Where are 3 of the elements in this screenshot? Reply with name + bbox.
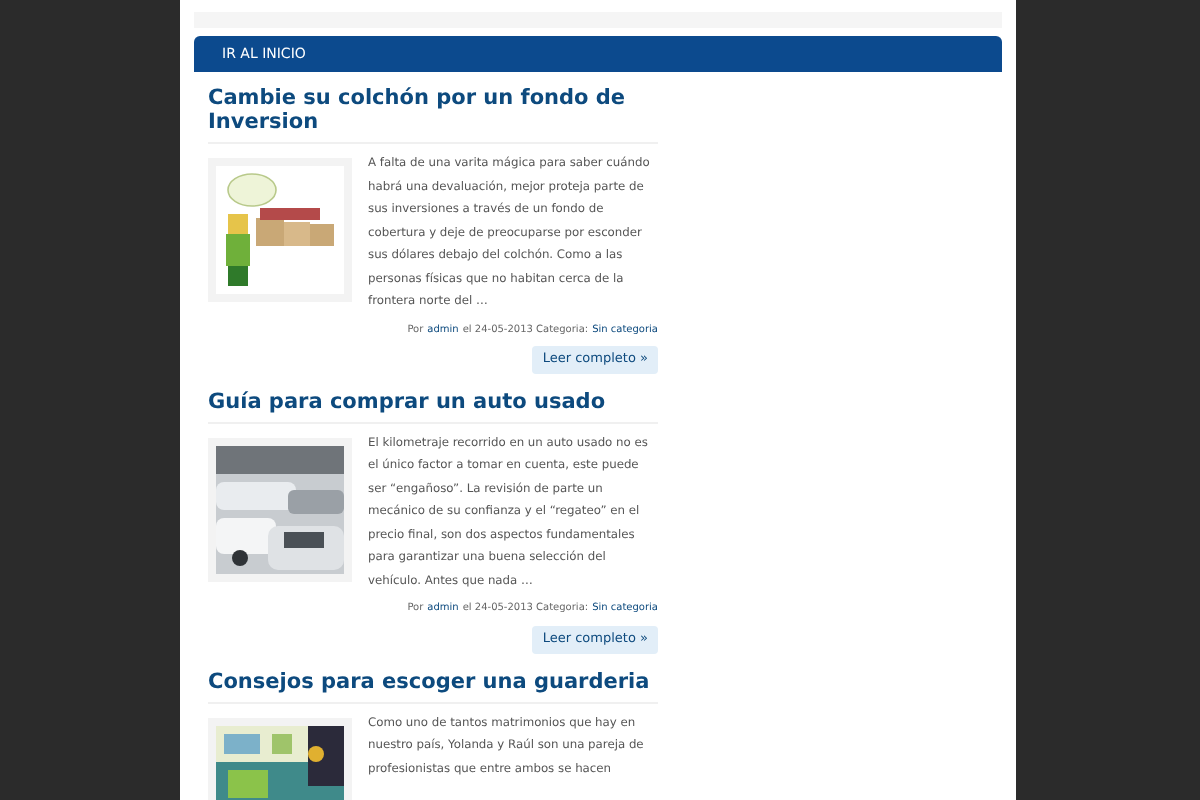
post-title[interactable]: Cambie su colchón por un fondo de Inversion bbox=[208, 86, 658, 144]
post-title[interactable]: Guía para comprar un auto usado bbox=[208, 389, 658, 424]
post-title[interactable]: Consejos para escoger una guarderia bbox=[208, 669, 658, 703]
